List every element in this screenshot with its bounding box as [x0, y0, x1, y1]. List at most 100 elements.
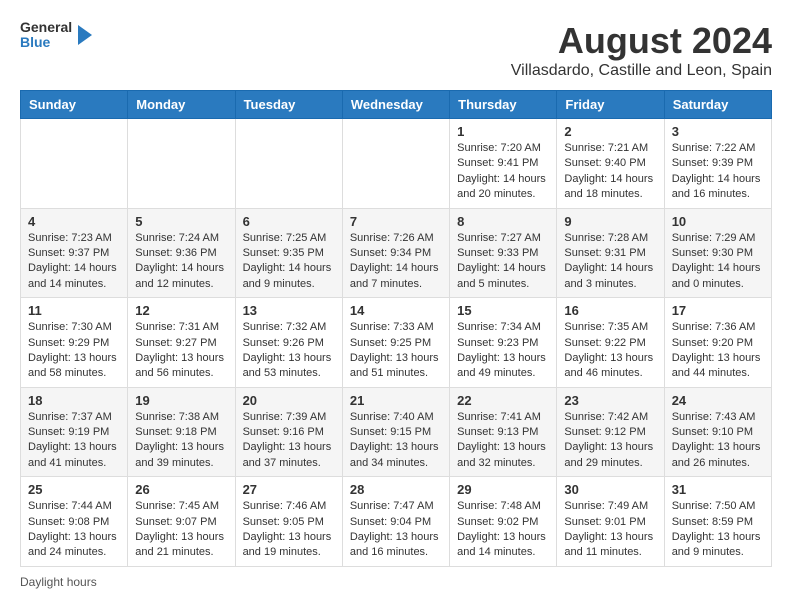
calendar-week-row: 25Sunrise: 7:44 AMSunset: 9:08 PMDayligh…: [21, 477, 772, 567]
day-info: Sunrise: 7:50 AMSunset: 8:59 PMDaylight:…: [672, 499, 764, 561]
sunrise: Sunrise: 7:34 AM: [457, 321, 541, 333]
day-info: Sunrise: 7:27 AMSunset: 9:33 PMDaylight:…: [457, 231, 549, 293]
calendar-cell: 4 Sunrise: 7:23 AMSunset: 9:37 PMDaylight…: [21, 208, 128, 298]
calendar-cell: 6Sunrise: 7:25 AMSunset: 9:35 PMDaylight…: [235, 208, 342, 298]
day-number: 17: [672, 303, 764, 318]
day-info: Sunrise: 7:44 AMSunset: 9:08 PMDaylight:…: [28, 499, 120, 561]
calendar-cell: 29Sunrise: 7:48 AMSunset: 9:02 PMDayligh…: [450, 477, 557, 567]
calendar-cell: 20Sunrise: 7:39 AMSunset: 9:16 PMDayligh…: [235, 387, 342, 477]
sunset: Sunset: 9:41 PM: [457, 157, 538, 169]
daylight: Daylight: 13 hours and 26 minutes.: [672, 441, 761, 468]
sunset: Sunset: 9:36 PM: [135, 247, 216, 259]
day-info: Sunrise: 7:37 AMSunset: 9:19 PMDaylight:…: [28, 410, 120, 472]
calendar-cell: [21, 119, 128, 209]
calendar-cell: 23Sunrise: 7:42 AMSunset: 9:12 PMDayligh…: [557, 387, 664, 477]
daylight: Daylight: 13 hours and 11 minutes.: [564, 531, 653, 558]
calendar-weekday-header: Saturday: [664, 91, 771, 119]
sunrise: Sunrise: 7:48 AM: [457, 500, 541, 512]
calendar-cell: 12Sunrise: 7:31 AMSunset: 9:27 PMDayligh…: [128, 298, 235, 388]
calendar-week-row: 18Sunrise: 7:37 AMSunset: 9:19 PMDayligh…: [21, 387, 772, 477]
calendar-header-row: SundayMondayTuesdayWednesdayThursdayFrid…: [21, 91, 772, 119]
calendar-cell: 16Sunrise: 7:35 AMSunset: 9:22 PMDayligh…: [557, 298, 664, 388]
day-info: Sunrise: 7:22 AMSunset: 9:39 PMDaylight:…: [672, 141, 764, 203]
day-info: Sunrise: 7:23 AMSunset: 9:37 PMDaylight:…: [28, 231, 120, 293]
day-number: 5: [135, 214, 227, 229]
daylight: Daylight: 13 hours and 14 minutes.: [457, 531, 546, 558]
sunrise: Sunrise: 7:29 AM: [672, 232, 756, 244]
calendar-week-row: 1Sunrise: 7:20 AMSunset: 9:41 PMDaylight…: [21, 119, 772, 209]
calendar-weekday-header: Monday: [128, 91, 235, 119]
sunset: Sunset: 9:29 PM: [28, 337, 109, 349]
logo-blue: Blue: [20, 35, 72, 50]
day-number: 9: [564, 214, 656, 229]
footer: Daylight hours: [20, 575, 772, 589]
day-info: Sunrise: 7:25 AM Sunset: 9:35 PM Daylight:…: [243, 231, 335, 293]
calendar-cell: 19Sunrise: 7:38 AMSunset: 9:18 PMDayligh…: [128, 387, 235, 477]
calendar-cell: 21Sunrise: 7:40 AMSunset: 9:15 PMDayligh…: [342, 387, 449, 477]
sunrise: Sunrise: 7:24 AM: [135, 232, 219, 244]
sunset: Sunset: 9:25 PM: [350, 337, 431, 349]
daylight: Daylight: 13 hours and 34 minutes.: [350, 441, 439, 468]
calendar-week-row: 11Sunrise: 7:30 AMSunset: 9:29 PMDayligh…: [21, 298, 772, 388]
calendar-cell: 26Sunrise: 7:45 AMSunset: 9:07 PMDayligh…: [128, 477, 235, 567]
calendar-cell: 22Sunrise: 7:41 AMSunset: 9:13 PMDayligh…: [450, 387, 557, 477]
sunrise: Sunrise: 7:45 AM: [135, 500, 219, 512]
sunset: Sunset: 9:35 PM: [243, 247, 324, 259]
day-info: Sunrise: 7:35 AMSunset: 9:22 PMDaylight:…: [564, 320, 656, 382]
calendar-cell: 8Sunrise: 7:27 AMSunset: 9:33 PMDaylight…: [450, 208, 557, 298]
day-info: Sunrise: 7:31 AMSunset: 9:27 PMDaylight:…: [135, 320, 227, 382]
day-number: 24: [672, 393, 764, 408]
day-number: 22: [457, 393, 549, 408]
day-info: Sunrise: 7:21 AMSunset: 9:40 PMDaylight:…: [564, 141, 656, 203]
sunset: Sunset: 9:30 PM: [672, 247, 753, 259]
daylight: Daylight: 13 hours and 16 minutes.: [350, 531, 439, 558]
calendar-cell: 13Sunrise: 7:32 AMSunset: 9:26 PMDayligh…: [235, 298, 342, 388]
day-number: 31: [672, 482, 764, 497]
day-info: Sunrise: 7:47 AM Sunset: 9:04 PM Daylight:…: [350, 499, 442, 561]
sunset: Sunset: 9:39 PM: [672, 157, 753, 169]
sunrise: Sunrise: 7:46 AM: [243, 500, 327, 512]
daylight: Daylight: 13 hours and 56 minutes.: [135, 352, 224, 379]
calendar-cell: 3Sunrise: 7:22 AMSunset: 9:39 PMDaylight…: [664, 119, 771, 209]
day-number: 10: [672, 214, 764, 229]
sunset: Sunset: 9:07 PM: [135, 516, 216, 528]
sunset: Sunset: 9:37 PM: [28, 247, 109, 259]
sunrise: Sunrise: 7:40 AM: [350, 411, 434, 423]
daylight: Daylight: 14 hours and 9 minutes.: [243, 262, 332, 289]
daylight: Daylight: 14 hours and 18 minutes.: [564, 173, 653, 200]
day-info: Sunrise: 7:39 AMSunset: 9:16 PMDaylight:…: [243, 410, 335, 472]
calendar-cell: 27Sunrise: 7:46 AMSunset: 9:05 PMDayligh…: [235, 477, 342, 567]
day-info: Sunrise: 7:33 AMSunset: 9:25 PMDaylight:…: [350, 320, 442, 382]
page-title: August 2024: [511, 20, 772, 62]
sunset: Sunset: 9:27 PM: [135, 337, 216, 349]
daylight: Daylight: 14 hours and 0 minutes.: [672, 262, 761, 289]
calendar-weekday-header: Friday: [557, 91, 664, 119]
sunrise: Sunrise: 7:47 AM: [350, 500, 434, 512]
day-number: 14: [350, 303, 442, 318]
title-block: August 2024 Villasdardo, Castille and Le…: [511, 20, 772, 80]
day-number: 4: [28, 214, 120, 229]
sunset: Sunset: 9:04 PM: [350, 516, 431, 528]
sunset: Sunset: 9:23 PM: [457, 337, 538, 349]
day-number: 2: [564, 124, 656, 139]
calendar-cell: 15Sunrise: 7:34 AMSunset: 9:23 PMDayligh…: [450, 298, 557, 388]
sunrise: Sunrise: 7:33 AM: [350, 321, 434, 333]
sunrise: Sunrise: 7:28 AM: [564, 232, 648, 244]
sunrise: Sunrise: 7:44 AM: [28, 500, 112, 512]
daylight-label: Daylight hours: [20, 575, 97, 589]
daylight: Daylight: 14 hours and 14 minutes.: [28, 262, 117, 289]
day-number: 27: [243, 482, 335, 497]
calendar-weekday-header: Sunday: [21, 91, 128, 119]
sunset: Sunset: 9:16 PM: [243, 426, 324, 438]
calendar-cell: 31 Sunrise: 7:50 AMSunset: 8:59 PMDayligh…: [664, 477, 771, 567]
calendar-cell: 28Sunrise: 7:47 AMSunset: 9:04 PMDayligh…: [342, 477, 449, 567]
sunset: Sunset: 9:01 PM: [564, 516, 645, 528]
daylight: Daylight: 13 hours and 21 minutes.: [135, 531, 224, 558]
sunrise: Sunrise: 7:27 AM: [457, 232, 541, 244]
sunrise: Sunrise: 7:21 AM: [564, 142, 648, 154]
sunset: Sunset: 9:20 PM: [672, 337, 753, 349]
sunrise: Sunrise: 7:25 AM: [243, 232, 327, 244]
sunrise: Sunrise: 7:20 AM: [457, 142, 541, 154]
day-info: Sunrise: 7:34 AMSunset: 9:23 PMDaylight:…: [457, 320, 549, 382]
sunset: Sunset: 9:34 PM: [350, 247, 431, 259]
